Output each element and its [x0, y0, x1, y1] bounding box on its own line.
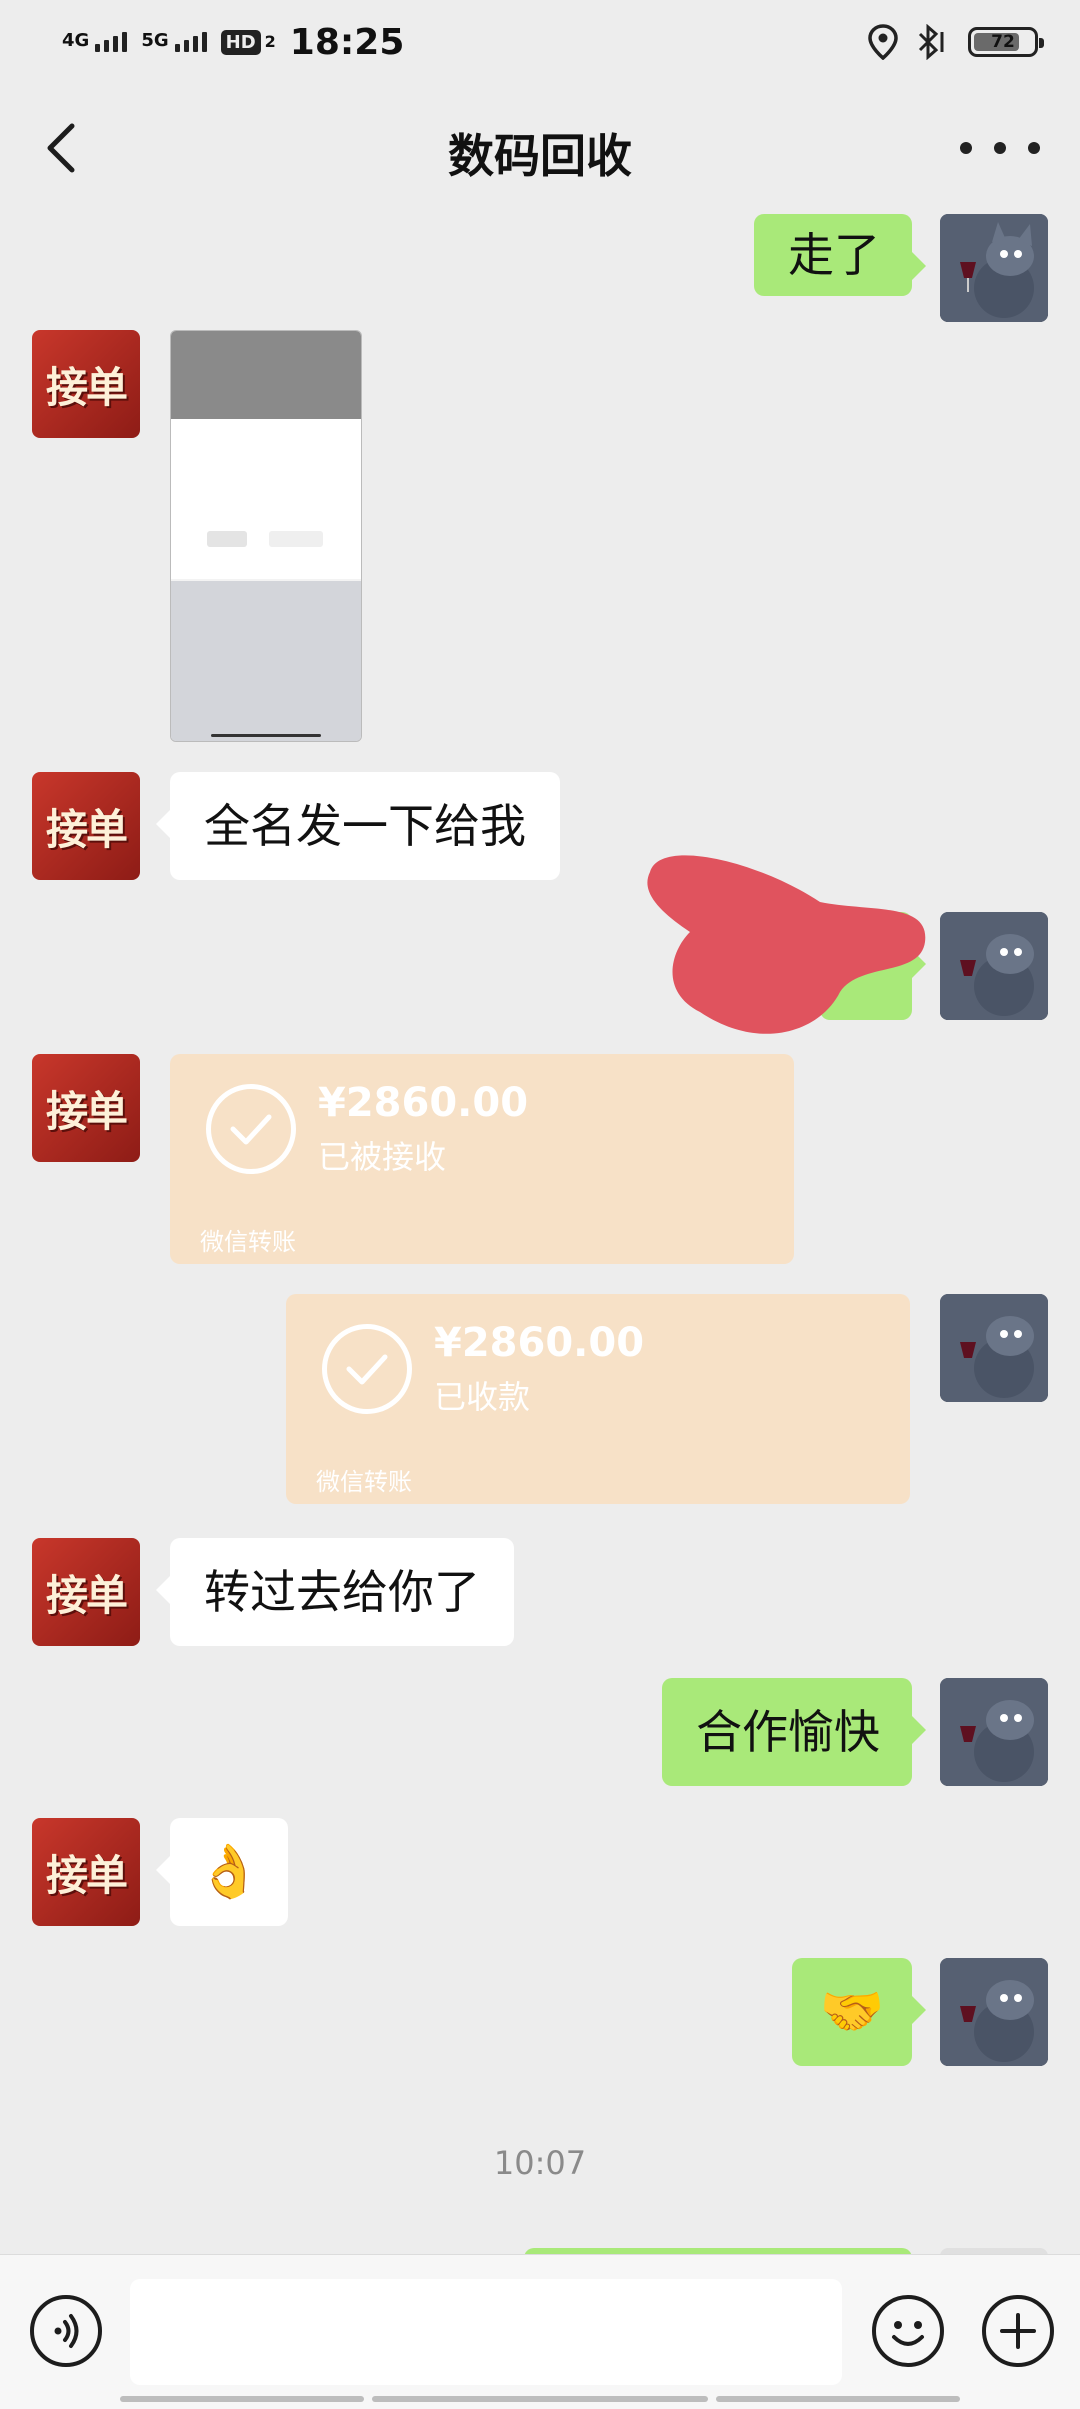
redaction-mark	[647, 855, 926, 1034]
transfer-card-sent[interactable]: ¥2860.00 已收款 微信转账	[286, 1294, 910, 1504]
emoji-message[interactable]: 🤝	[792, 1958, 926, 2066]
transfer-source: 微信转账	[200, 1228, 296, 1256]
more-actions-button[interactable]	[982, 2295, 1054, 2367]
location-icon	[868, 24, 898, 60]
signal-5g-icon: 5G	[141, 32, 207, 52]
transfer-amount: ¥2860.00	[318, 1080, 529, 1126]
voice-icon	[54, 2314, 79, 2348]
battery-icon: 72	[968, 27, 1044, 57]
message-bubble-sent[interactable]: 合作愉快	[662, 1678, 926, 1786]
voice-button[interactable]	[30, 2295, 102, 2367]
cat-avatar-image	[940, 1294, 1048, 1402]
emoji-message[interactable]: 👌	[156, 1818, 288, 1926]
contact-avatar[interactable]: 接单	[32, 772, 140, 880]
message-bubble-received[interactable]: 全名发一下给我	[156, 772, 560, 880]
contact-avatar[interactable]: 接单	[32, 1054, 140, 1162]
my-avatar[interactable]	[940, 912, 1048, 1020]
gesture-bar	[716, 2396, 960, 2402]
status-bar: 4G 5G HD 2 18:25 72	[0, 0, 1080, 84]
input-bar	[0, 2254, 1080, 2409]
my-avatar[interactable]	[940, 1678, 1048, 1786]
message-timestamp: 10:07	[493, 2144, 587, 2182]
contact-avatar[interactable]: 接单	[32, 1818, 140, 1926]
contact-avatar[interactable]: 接单	[32, 330, 140, 438]
message-input[interactable]	[130, 2279, 842, 2385]
status-time: 18:25	[289, 21, 405, 63]
my-avatar[interactable]	[940, 1958, 1048, 2066]
more-icon	[960, 142, 972, 154]
transfer-status: 已收款	[434, 1378, 531, 1416]
cat-avatar-image	[940, 1958, 1048, 2066]
message-list[interactable]: 走了 接单 接单 全名发一下给我 接单 ¥2860.00 已被接收 微信转账 ¥…	[0, 212, 1080, 2254]
check-circle-icon	[322, 1324, 412, 1414]
plus-icon	[1000, 2313, 1036, 2349]
my-avatar[interactable]	[940, 1294, 1048, 1402]
transfer-amount: ¥2860.00	[434, 1320, 645, 1366]
transfer-source: 微信转账	[316, 1468, 412, 1496]
transfer-status: 已被接收	[318, 1138, 447, 1176]
transfer-card-received[interactable]: ¥2860.00 已被接收 微信转账	[170, 1054, 794, 1264]
contact-avatar[interactable]: 接单	[32, 1538, 140, 1646]
hd-sub: 2	[264, 32, 276, 51]
image-message[interactable]	[170, 330, 362, 742]
emoji-button[interactable]	[872, 2295, 944, 2367]
chat-header: 数码回收	[0, 84, 1080, 212]
gesture-bar	[372, 2396, 708, 2402]
message-bubble-received[interactable]: 转过去给你了	[156, 1538, 514, 1646]
cat-avatar-image	[940, 912, 1048, 1020]
page-title: 数码回收	[448, 129, 632, 183]
message-bubble-sent[interactable]: 走了	[754, 214, 926, 296]
hd-badge: HD	[220, 29, 261, 55]
more-button[interactable]	[960, 126, 1040, 170]
check-circle-icon	[206, 1084, 296, 1174]
cat-avatar-image	[940, 1678, 1048, 1786]
my-avatar[interactable]	[940, 214, 1048, 322]
signal-4g-icon: 4G	[62, 32, 128, 52]
smiley-icon	[892, 2321, 924, 2346]
cat-avatar-image	[940, 214, 1048, 322]
bluetooth-icon	[918, 24, 944, 60]
gesture-bar	[120, 2396, 364, 2402]
